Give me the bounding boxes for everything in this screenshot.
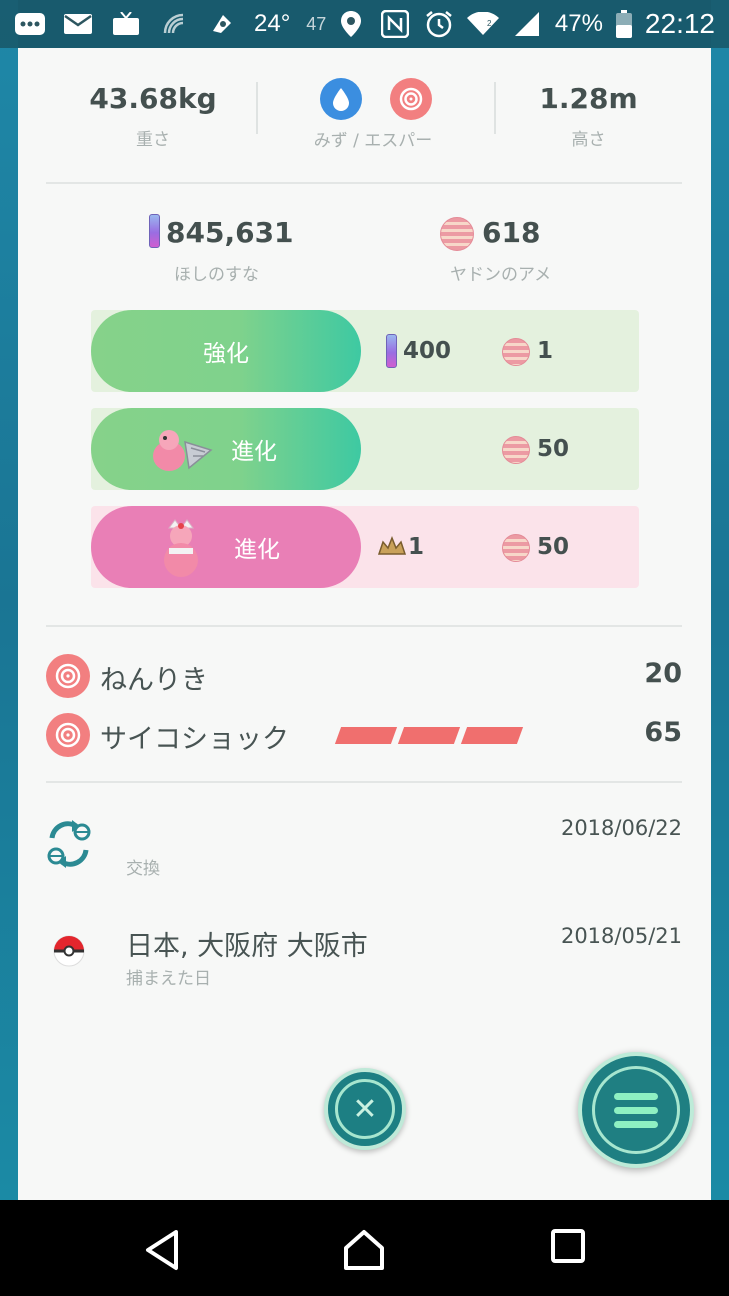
catch-date: 2018/05/21	[560, 924, 682, 948]
system-navigation-bar	[0, 1200, 729, 1296]
trade-date: 2018/06/22	[560, 816, 682, 840]
evolve-slowking-candy-icon	[502, 534, 530, 562]
stats-divider-left	[256, 82, 258, 134]
hamburger-icon	[592, 1066, 680, 1154]
status-bar: 24° 47 2 47% 22:12	[0, 0, 729, 48]
pokemon-detail-card: 43.68kg 重さ みず / エスパー 1.28m 高さ 845,631 ほし…	[18, 48, 711, 1200]
background-right	[711, 0, 729, 1200]
candy-resource: 618 ヤドンのアメ	[440, 214, 640, 285]
back-icon[interactable]	[142, 1228, 186, 1272]
more-notifications-icon	[14, 11, 46, 37]
height-value: 1.28m	[539, 82, 638, 115]
psychic-type-icon	[390, 78, 432, 120]
tv-icon	[110, 11, 142, 37]
stardust-value: 845,631	[166, 216, 294, 249]
power-up-candy-cost: 1	[537, 338, 554, 364]
trade-icon	[46, 820, 92, 872]
energy-bar	[334, 727, 398, 744]
energy-bar	[460, 727, 524, 744]
candy-value: 618	[482, 216, 541, 249]
power-up-stardust-icon	[386, 334, 397, 368]
temperature: 24°	[254, 10, 291, 37]
close-icon: ✕	[352, 1091, 378, 1127]
cell-signal-icon	[511, 11, 543, 37]
weight-label: 重さ	[136, 130, 170, 150]
evolve-slowking-button[interactable]: 進化	[91, 506, 361, 588]
height-label: 高さ	[571, 130, 606, 150]
battery-icon	[615, 10, 633, 38]
evolve-slowbro-candy-icon	[502, 436, 530, 464]
candy-label: ヤドンのアメ	[450, 265, 552, 285]
stardust-icon	[149, 214, 160, 248]
charged-move-row[interactable]: サイコショック 65	[46, 711, 682, 759]
type-label: みず / エスパー	[313, 131, 433, 151]
fast-move-name: ねんりき	[100, 665, 208, 696]
evolve-slowking-row[interactable]: 進化 1 50	[91, 506, 639, 588]
fast-move-power: 20	[644, 658, 682, 689]
nfc-icon	[379, 10, 411, 38]
slowbro-icon	[149, 428, 215, 480]
mail-icon	[62, 11, 94, 37]
stats-row: 43.68kg 重さ みず / エスパー 1.28m 高さ	[18, 78, 711, 168]
kings-rock-icon	[377, 535, 407, 560]
trade-subtitle: 交換	[126, 859, 160, 879]
alarm-icon	[423, 11, 455, 38]
evolve-slowbro-label: 進化	[231, 439, 277, 465]
divider-3	[46, 781, 682, 783]
battery-percent: 47%	[554, 10, 603, 37]
evolve-slowbro-row[interactable]: 進化 50	[91, 408, 639, 490]
water-type-icon	[320, 78, 362, 120]
evolve-slowking-item-cost: 1	[408, 534, 425, 560]
menu-button[interactable]	[578, 1052, 694, 1168]
divider-2	[46, 625, 682, 627]
trade-history-row: 交換 2018/06/22	[46, 816, 682, 886]
charged-move-name: サイコショック	[100, 724, 289, 755]
divider-1	[46, 182, 682, 184]
power-up-stardust-cost: 400	[403, 338, 452, 364]
fast-move-row[interactable]: ねんりき 20	[46, 652, 682, 700]
svg-text:2: 2	[487, 19, 492, 28]
evolve-slowbro-candy-cost: 50	[537, 436, 570, 462]
background-left	[0, 0, 18, 1200]
stardust-resource: 845,631 ほしのすな	[146, 214, 346, 285]
nfc-signal-icon	[158, 11, 190, 37]
weight-stat: 43.68kg 重さ	[58, 82, 248, 150]
close-button[interactable]: ✕	[324, 1068, 406, 1150]
evolve-slowking-candy-cost: 50	[537, 534, 570, 560]
recents-icon[interactable]	[550, 1228, 594, 1272]
height-stat: 1.28m 高さ	[496, 82, 681, 150]
pokeball-icon	[52, 934, 86, 972]
power-up-button[interactable]: 強化	[91, 310, 361, 392]
catch-history-row: 日本, 大阪府 大阪市 捕まえた日 2018/05/21	[46, 924, 682, 994]
catch-subtitle: 捕まえた日	[126, 969, 211, 989]
clock: 22:12	[644, 8, 715, 39]
slowking-icon	[159, 518, 203, 586]
notification-count: 47	[306, 13, 327, 34]
power-up-candy-icon	[502, 338, 530, 366]
energy-bar	[397, 727, 461, 744]
evolve-slowking-label: 進化	[234, 537, 280, 563]
pokemon-go-plus-icon	[206, 11, 238, 37]
weight-value: 43.68kg	[89, 82, 217, 115]
psychic-move-icon	[46, 654, 90, 698]
home-icon[interactable]	[342, 1228, 386, 1272]
psychic-move-icon	[46, 713, 90, 757]
stardust-label: ほしのすな	[174, 265, 259, 285]
candy-icon	[440, 217, 474, 251]
power-up-label: 強化	[203, 341, 249, 367]
type-stat: みず / エスパー	[288, 126, 458, 151]
power-up-row[interactable]: 強化 400 1	[91, 310, 639, 392]
evolve-slowbro-button[interactable]: 進化	[91, 408, 361, 490]
wifi-icon: 2	[466, 11, 499, 37]
catch-location: 日本, 大阪府 大阪市	[126, 931, 368, 962]
location-icon	[335, 11, 367, 37]
charged-move-power: 65	[644, 717, 682, 748]
